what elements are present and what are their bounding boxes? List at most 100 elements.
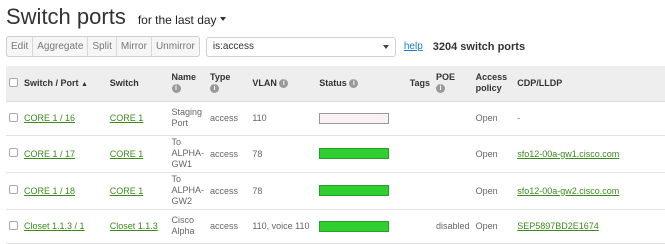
name-cell: To ALPHA- GW1 (168, 135, 208, 173)
info-icon[interactable]: i (349, 79, 359, 89)
tags-cell (395, 209, 434, 244)
col-status[interactable]: Status i (316, 66, 396, 102)
time-range-dropdown[interactable]: for the last day (138, 13, 226, 27)
table-row[interactable]: CORE 1 / 17 CORE 1 To ALPHA- GW1 access … (6, 135, 665, 173)
col-status-label: Status (319, 78, 347, 89)
poe-cell: disabled (433, 209, 473, 244)
table-row[interactable]: Closet 1.1.3 / 1 Closet 1.1.3 Cisco Alph… (6, 209, 665, 244)
table-row[interactable]: CORE 1 / 16 CORE 1 Staging Port access 1… (6, 101, 665, 136)
info-icon[interactable]: i (436, 84, 446, 94)
cdp-link[interactable]: sfo12-00a-gw1.cisco.com (517, 149, 619, 159)
poe-cell (433, 172, 473, 210)
cdp-link[interactable]: SEP5897BD2E1674 (517, 221, 599, 231)
type-cell: access (207, 135, 250, 173)
col-poe-label: POE (436, 72, 456, 83)
col-name-label: Name (171, 72, 197, 83)
port-name-line: To (171, 137, 182, 147)
col-poe[interactable]: POE i (433, 66, 473, 102)
switch-link[interactable]: CORE 1 (110, 186, 144, 196)
info-icon[interactable]: i (210, 84, 220, 94)
switch-cell: CORE 1 (106, 172, 169, 210)
col-switch[interactable]: Switch (106, 66, 169, 102)
tags-cell (395, 101, 434, 136)
port-cell: Closet 1.1.3 / 1 (21, 209, 107, 244)
col-switch-port[interactable]: Switch / Port ▲ (21, 66, 107, 102)
switch-ports-table-container: Switch / Port ▲ Switch Name i Type i VLA… (6, 66, 665, 244)
col-type[interactable]: Type i (207, 66, 250, 102)
cdp-link[interactable]: sfo12-00a-gw2.cisco.com (517, 186, 619, 196)
search-dropdown-icon[interactable] (382, 44, 389, 49)
type-cell: access (207, 172, 250, 210)
vlan-cell: 78 (249, 135, 317, 173)
page-header: Switch ports for the last day (6, 4, 226, 30)
chevron-down-icon (219, 17, 226, 21)
cdp-cell: SEP5897BD2E1674 (514, 209, 665, 244)
port-link[interactable]: CORE 1 / 18 (24, 186, 75, 196)
col-vlan[interactable]: VLAN i (249, 66, 317, 102)
port-link[interactable]: CORE 1 / 16 (24, 113, 75, 123)
col-name[interactable]: Name i (168, 66, 208, 102)
type-cell: access (207, 209, 250, 244)
access-policy-cell: Open (472, 135, 515, 173)
status-bar[interactable] (319, 112, 390, 124)
port-name-line: GW2 (171, 196, 193, 206)
switch-cell: Closet 1.1.3 (106, 209, 169, 244)
port-name-line: To (171, 174, 182, 184)
switch-link[interactable]: CORE 1 (110, 113, 144, 123)
mirror-button[interactable]: Mirror (117, 37, 152, 56)
poe-cell (433, 135, 473, 173)
status-cell (316, 101, 396, 136)
col-access-policy-label-2: policy (475, 83, 502, 94)
cdp-cell: sfo12-00a-gw2.cisco.com (514, 172, 665, 210)
port-cell: CORE 1 / 18 (21, 172, 107, 210)
unmirror-button[interactable]: Unmirror (152, 37, 199, 56)
status-bar[interactable] (319, 220, 390, 232)
col-tags[interactable]: Tags (395, 66, 434, 102)
row-select-cell (6, 101, 21, 136)
switch-port-count: 3204 switch ports (432, 40, 526, 53)
split-button[interactable]: Split (88, 37, 117, 56)
help-link[interactable]: help (404, 41, 423, 52)
poe-cell (433, 101, 473, 136)
search-input[interactable] (212, 41, 363, 52)
port-link[interactable]: Closet 1.1.3 / 1 (24, 221, 85, 231)
select-all-cell (6, 66, 21, 102)
table-row[interactable]: CORE 1 / 18 CORE 1 To ALPHA- GW2 access … (6, 172, 665, 210)
search-box[interactable] (205, 36, 396, 57)
page-title: Switch ports (6, 4, 126, 29)
info-icon[interactable]: i (279, 79, 289, 89)
name-cell: Cisco Alpha (168, 209, 208, 244)
toolbar: Edit Aggregate Split Mirror Unmirror hel… (6, 36, 525, 57)
col-vlan-label: VLAN (252, 78, 277, 89)
switch-link[interactable]: CORE 1 (110, 149, 144, 159)
port-link[interactable]: CORE 1 / 17 (24, 149, 75, 159)
switch-ports-table: Switch / Port ▲ Switch Name i Type i VLA… (6, 66, 665, 244)
switch-ports-page: Switch ports for the last day Edit Aggre… (0, 0, 665, 244)
edit-button[interactable]: Edit (7, 37, 34, 56)
tags-cell (395, 135, 434, 173)
aggregate-button[interactable]: Aggregate (33, 37, 89, 56)
status-bar[interactable] (319, 185, 390, 196)
select-all-checkbox[interactable] (9, 77, 18, 87)
info-icon[interactable]: i (171, 84, 181, 94)
col-switch-port-label: Switch / Port (24, 78, 79, 89)
col-cdp-lldp[interactable]: CDP/LLDP (514, 66, 665, 102)
access-policy-cell: Open (472, 209, 515, 244)
row-checkbox[interactable] (9, 148, 18, 157)
name-cell: To ALPHA- GW2 (168, 172, 208, 210)
col-access-policy[interactable]: Access policy (472, 66, 515, 102)
port-name-line: ALPHA- (171, 148, 205, 158)
vlan-cell: 78 (249, 172, 317, 210)
switch-link[interactable]: Closet 1.1.3 (110, 221, 158, 231)
switch-cell: CORE 1 (106, 135, 169, 173)
port-name-line: ALPHA- (171, 185, 205, 195)
tags-cell (395, 172, 434, 210)
row-checkbox[interactable] (9, 220, 18, 230)
switch-cell: CORE 1 (106, 101, 169, 136)
status-bar[interactable] (319, 148, 390, 159)
port-cell: CORE 1 / 17 (21, 135, 107, 173)
port-name-line: Staging (171, 107, 203, 117)
row-checkbox[interactable] (9, 185, 18, 194)
row-checkbox[interactable] (9, 112, 18, 122)
port-cell: CORE 1 / 16 (21, 101, 107, 136)
